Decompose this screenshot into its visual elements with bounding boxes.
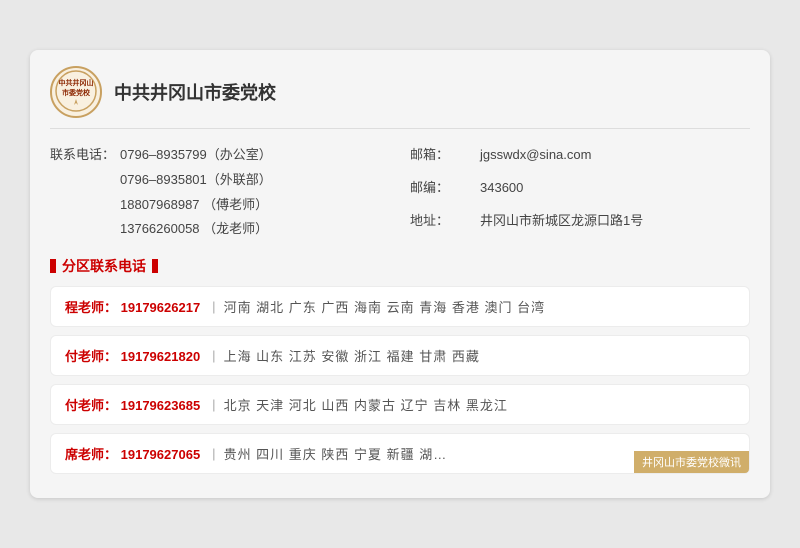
contact-row-addr: 地址： 井冈山市新城区龙源口路1号 [410, 209, 750, 234]
contact-left: 联系电话： 0796–8935799（办公室） 0796–8935801（外联部… [50, 143, 390, 242]
areas-2: 北京 天津 河北 山西 内蒙古 辽宁 吉林 黑龙江 [224, 395, 508, 414]
areas-3: 贵州 四川 重庆 陕西 宁夏 新疆 湖… [224, 444, 448, 463]
areas-0: 河南 湖北 广东 广西 海南 云南 青海 香港 澳门 台湾 [224, 297, 546, 316]
contact-row-2: 0796–8935801（外联部） [50, 168, 390, 193]
teacher-3: 席老师： 19179627065 [65, 444, 200, 463]
divider-1: | [212, 348, 215, 363]
label-phone: 联系电话： [50, 143, 120, 168]
contact-right: 邮箱： jgsswdx@sina.com 邮编： 343600 地址： 井冈山市… [410, 143, 750, 242]
phone-3: 18807968987 （傅老师） [120, 193, 268, 218]
contact-row-spacer2 [410, 201, 750, 209]
label-email: 邮箱： [410, 143, 480, 168]
divider-3: | [212, 446, 215, 461]
region-item-2: 付老师： 19179623685 | 北京 天津 河北 山西 内蒙古 辽宁 吉林… [50, 384, 750, 425]
label-zip: 邮编： [410, 176, 480, 201]
phone-1: 0796–8935799（办公室） [120, 143, 272, 168]
contact-row-3: 18807968987 （傅老师） [50, 193, 390, 218]
contact-grid: 联系电话： 0796–8935799（办公室） 0796–8935801（外联部… [50, 143, 750, 242]
contact-row-zip: 邮编： 343600 [410, 176, 750, 201]
watermark-badge: 井冈山市委党校微讯 [634, 451, 749, 473]
contact-row-4: 13766260058 （龙老师） [50, 217, 390, 242]
phone-2: 0796–8935801（外联部） [120, 168, 272, 193]
teacher-2: 付老师： 19179623685 [65, 395, 200, 414]
teacher-0: 程老师： 19179626217 [65, 297, 200, 316]
divider-2: | [212, 397, 215, 412]
logo: 中共井冈山 市委党校 [50, 66, 102, 118]
teacher-1: 付老师： 19179621820 [65, 346, 200, 365]
zip-value: 343600 [480, 176, 523, 201]
title-bar-left [50, 259, 56, 273]
label-addr: 地址： [410, 209, 480, 234]
regions-container: 程老师： 19179626217 | 河南 湖北 广东 广西 海南 云南 青海 … [50, 286, 750, 474]
divider-0: | [212, 299, 215, 314]
phone-4: 13766260058 （龙老师） [120, 217, 268, 242]
region-item-0: 程老师： 19179626217 | 河南 湖北 广东 广西 海南 云南 青海 … [50, 286, 750, 327]
logo-text: 中共井冈山 市委党校 [54, 69, 98, 116]
svg-text:中共井冈山: 中共井冈山 [59, 78, 94, 87]
region-item-3: 席老师： 19179627065 | 贵州 四川 重庆 陕西 宁夏 新疆 湖… … [50, 433, 750, 474]
section-title-text: 分区联系电话 [62, 256, 146, 276]
header: 中共井冈山 市委党校 中共井冈山市委党校 [50, 66, 750, 129]
email-value: jgsswdx@sina.com [480, 143, 591, 168]
contact-row-1: 联系电话： 0796–8935799（办公室） [50, 143, 390, 168]
contact-row-email: 邮箱： jgsswdx@sina.com [410, 143, 750, 168]
contact-row-spacer [410, 168, 750, 176]
school-name: 中共井冈山市委党校 [114, 79, 276, 105]
main-card: 中共井冈山 市委党校 中共井冈山市委党校 联系电话： 0796–8935799（… [30, 50, 770, 498]
title-bar-right [152, 259, 158, 273]
areas-1: 上海 山东 江苏 安徽 浙江 福建 甘肃 西藏 [224, 346, 480, 365]
region-item-1: 付老师： 19179621820 | 上海 山东 江苏 安徽 浙江 福建 甘肃 … [50, 335, 750, 376]
svg-text:市委党校: 市委党校 [62, 88, 91, 97]
section-title: 分区联系电话 [50, 256, 750, 276]
addr-value: 井冈山市新城区龙源口路1号 [480, 209, 643, 234]
